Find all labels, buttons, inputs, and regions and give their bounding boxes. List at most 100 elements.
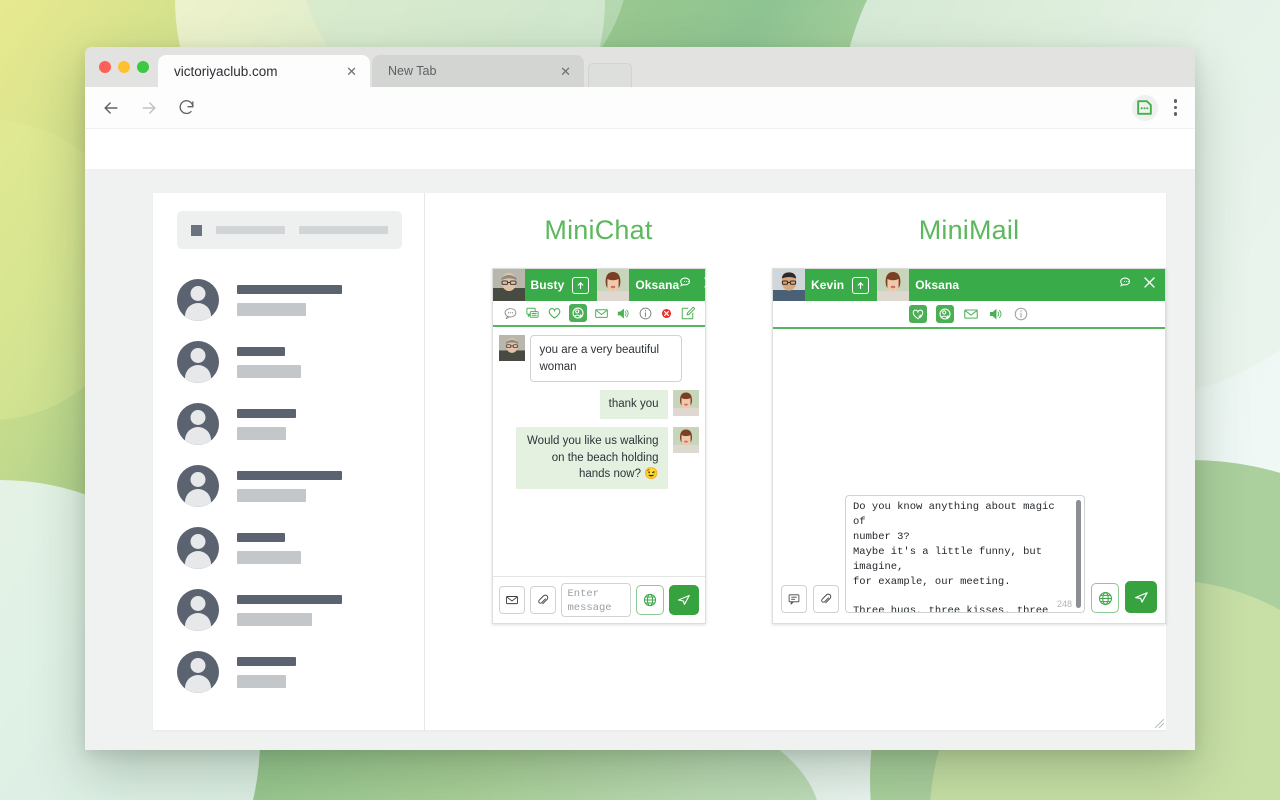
list-item[interactable] <box>177 341 402 383</box>
placeholder-bar <box>237 302 306 316</box>
minimail-title: MiniMail <box>918 215 1020 245</box>
tab-close-icon[interactable]: ✕ <box>343 63 360 80</box>
speaker-icon[interactable] <box>616 306 631 321</box>
avatar <box>177 527 219 569</box>
avatar <box>177 651 219 693</box>
edit-icon[interactable] <box>680 306 695 321</box>
minimize-window-button[interactable] <box>118 61 130 73</box>
placeholder-bar <box>299 226 388 234</box>
favorite-icon[interactable] <box>909 305 927 323</box>
minimail-message-text: Do you know anything about magic of numb… <box>853 501 1055 613</box>
header-right-username: Oksana <box>915 278 960 292</box>
chat-extension-icon[interactable] <box>1131 94 1158 121</box>
envelope-icon[interactable] <box>594 306 609 321</box>
tab-new-tab[interactable]: New Tab ✕ <box>372 55 584 87</box>
list-item[interactable] <box>177 279 402 321</box>
list-item[interactable] <box>177 403 402 445</box>
placeholder-bar <box>237 284 342 294</box>
avatar <box>177 465 219 507</box>
minichat-title: MiniChat <box>544 215 653 245</box>
tab-victoriyaclub[interactable]: victoriyaclub.com ✕ <box>158 55 370 87</box>
header-close-icon[interactable] <box>1142 275 1157 295</box>
placeholder-lines <box>237 284 342 316</box>
list-item[interactable] <box>177 527 402 569</box>
header-chat-bubble-icon[interactable] <box>679 275 694 295</box>
header-left-username: Kevin <box>811 278 845 292</box>
sidebar <box>153 193 425 730</box>
window-controls <box>97 47 158 87</box>
comments-icon[interactable] <box>525 306 540 321</box>
placeholder-bar <box>237 612 312 626</box>
chat-message: Would you like us walking on the beach h… <box>499 427 699 490</box>
minichat-widget: Busty Oksana you are a very beautiful wo… <box>491 268 715 624</box>
chat-bubble-icon[interactable] <box>503 306 518 321</box>
message-bubble: Would you like us walking on the beach h… <box>515 427 668 490</box>
browser-menu-button[interactable] <box>1170 96 1182 119</box>
placeholder-bar <box>237 656 296 666</box>
add-contact-icon[interactable] <box>568 304 587 322</box>
message-input[interactable]: Enter message text <box>560 583 631 617</box>
paperclip-icon[interactable] <box>813 585 839 613</box>
chat-message: you are a very beautiful woman <box>498 335 699 383</box>
avatar-busty <box>492 269 525 301</box>
maximize-window-button[interactable] <box>137 61 149 73</box>
block-icon[interactable] <box>660 307 673 320</box>
placeholder-bar <box>237 532 285 542</box>
new-tab-button[interactable] <box>588 63 632 87</box>
main-content: MiniChat Busty Oksana you are a very bea… <box>425 193 1166 730</box>
header-close-icon[interactable] <box>702 275 717 295</box>
minimail-textarea[interactable]: Do you know anything about magic of numb… <box>845 495 1085 613</box>
app-card: MiniChat Busty Oksana you are a very bea… <box>153 193 1166 730</box>
placeholder-bar <box>237 550 301 564</box>
avatar-kevin <box>773 269 805 301</box>
minichat-panel: MiniChat Busty Oksana you are a very bea… <box>425 193 772 730</box>
reload-icon[interactable] <box>177 98 197 118</box>
paperclip-icon[interactable] <box>529 586 556 614</box>
search-placeholder[interactable] <box>177 211 402 249</box>
globe-icon[interactable] <box>635 585 664 615</box>
chat-message: thank you <box>499 390 699 420</box>
avatar <box>672 427 699 454</box>
list-item[interactable] <box>177 651 402 693</box>
envelope-icon[interactable] <box>963 306 979 322</box>
placeholder-bar <box>237 594 342 604</box>
page-top-strip <box>85 129 1195 169</box>
back-arrow-icon[interactable] <box>101 98 121 118</box>
tab-title: victoriyaclub.com <box>174 63 278 79</box>
add-contact-icon[interactable] <box>936 305 954 323</box>
info-icon[interactable] <box>1013 306 1029 322</box>
avatar <box>672 390 699 417</box>
send-button[interactable] <box>668 585 699 615</box>
globe-icon[interactable] <box>1091 583 1119 613</box>
minimail-body: Do you know anything about magic of numb… <box>773 329 1165 728</box>
speaker-icon[interactable] <box>988 306 1004 322</box>
placeholder-bar <box>237 364 301 378</box>
placeholder-lines <box>237 346 301 378</box>
tab-title: New Tab <box>388 64 437 78</box>
close-window-button[interactable] <box>99 61 111 73</box>
envelope-icon[interactable] <box>498 586 525 614</box>
list-item[interactable] <box>177 589 402 631</box>
tab-close-icon[interactable]: ✕ <box>557 63 574 80</box>
list-item[interactable] <box>177 465 402 507</box>
info-icon[interactable] <box>638 306 653 321</box>
placeholder-lines <box>237 532 301 564</box>
heart-icon[interactable] <box>547 306 562 321</box>
textarea-scrollbar[interactable] <box>1076 500 1081 608</box>
send-button[interactable] <box>1125 581 1157 613</box>
header-chat-bubble-icon[interactable] <box>1119 275 1134 295</box>
avatar-oksana <box>877 269 910 301</box>
avatar <box>498 335 525 361</box>
placeholder-bar <box>237 674 286 688</box>
placeholder-lines <box>237 408 296 440</box>
avatar <box>177 341 219 383</box>
placeholder-lines <box>237 594 342 626</box>
placeholder-bar <box>237 488 306 502</box>
avatar <box>177 279 219 321</box>
resize-grip-icon[interactable] <box>1155 719 1164 728</box>
minimail-toolbar <box>773 301 1165 329</box>
placeholder-bar <box>237 408 296 418</box>
upload-icon[interactable] <box>572 276 590 294</box>
template-icon[interactable] <box>781 585 807 613</box>
upload-icon[interactable] <box>852 276 870 294</box>
